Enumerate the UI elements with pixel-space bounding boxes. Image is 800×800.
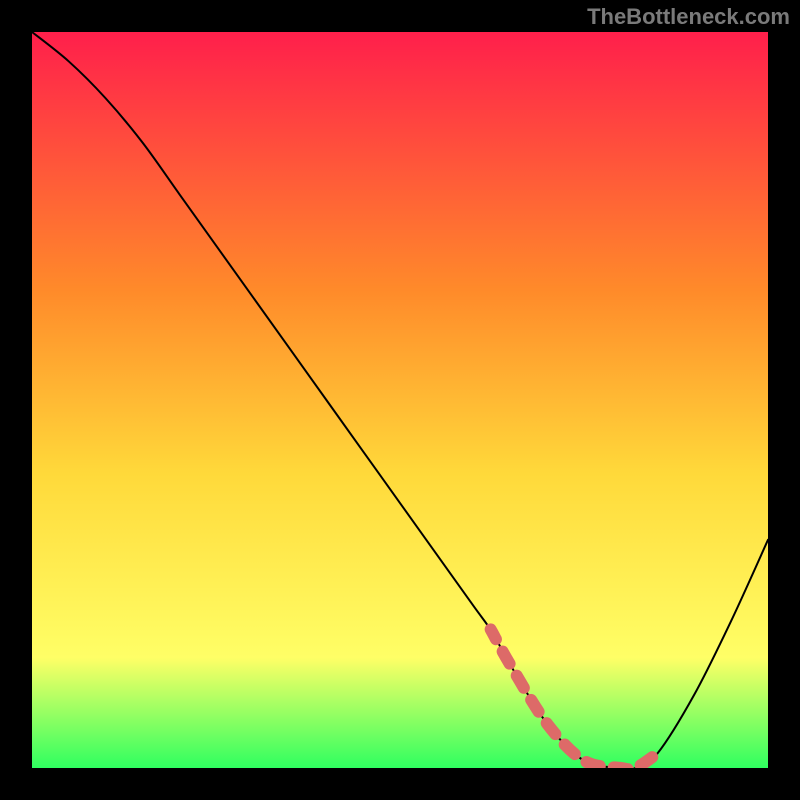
chart-container: TheBottleneck.com bbox=[0, 0, 800, 800]
chart-svg bbox=[32, 32, 768, 768]
plot-area bbox=[32, 32, 768, 768]
watermark-text: TheBottleneck.com bbox=[587, 4, 790, 30]
